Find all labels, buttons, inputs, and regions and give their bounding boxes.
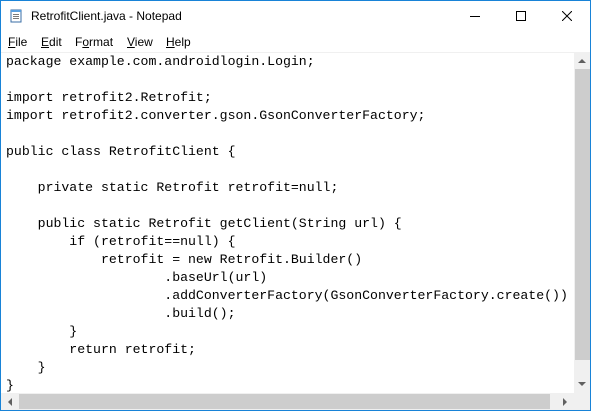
menu-edit[interactable]: Edit <box>41 35 62 50</box>
menu-view[interactable]: View <box>127 35 153 50</box>
scroll-down-icon <box>578 382 586 386</box>
code-line: public class RetrofitClient { <box>6 144 236 159</box>
code-line: if (retrofit==null) { <box>6 234 236 249</box>
horizontal-scroll-thumb[interactable] <box>19 394 550 409</box>
menu-bar: File Edit Format View Help <box>1 32 590 52</box>
close-button[interactable] <box>544 1 590 31</box>
menu-format[interactable]: Format <box>75 35 113 50</box>
code-line: } <box>6 378 14 393</box>
maximize-icon <box>516 11 526 21</box>
code-line: private static Retrofit retrofit=null; <box>6 180 339 195</box>
code-line: .build(); <box>6 306 236 321</box>
menu-view-label: iew <box>134 35 153 49</box>
minimize-icon <box>470 16 480 17</box>
maximize-button[interactable] <box>498 1 544 31</box>
notepad-window: RetrofitClient.java - Notepad File Edit … <box>0 0 591 411</box>
menu-help-label: elp <box>174 35 191 49</box>
menu-view-mnemonic: V <box>127 35 135 49</box>
window-title: RetrofitClient.java - Notepad <box>31 9 182 23</box>
scroll-left-button[interactable] <box>1 393 18 410</box>
menu-help-mnemonic: H <box>166 35 175 49</box>
minimize-button[interactable] <box>452 1 498 31</box>
menu-edit-label: dit <box>49 35 62 49</box>
menu-edit-mnemonic: E <box>41 35 50 49</box>
text-editor[interactable]: package example.com.androidlogin.Login; … <box>1 52 574 394</box>
code-line: public static Retrofit getClient(String … <box>6 216 402 231</box>
scroll-right-icon <box>563 397 567 406</box>
notepad-icon[interactable] <box>9 9 23 23</box>
vertical-scroll-thumb[interactable] <box>575 69 590 360</box>
close-icon <box>562 11 572 21</box>
code-line: retrofit = new Retrofit.Builder() <box>6 252 363 267</box>
scroll-up-button[interactable] <box>574 52 590 69</box>
code-line: package example.com.androidlogin.Login; <box>6 54 315 69</box>
code-line: } <box>6 360 46 375</box>
code-line: return retrofit; <box>6 342 196 357</box>
title-bar[interactable]: RetrofitClient.java - Notepad <box>1 1 590 31</box>
code-line: .addConverterFactory(GsonConverterFactor… <box>6 288 568 303</box>
scroll-up-icon <box>578 59 586 63</box>
code-line: import retrofit2.Retrofit; <box>6 90 212 105</box>
code-line: } <box>6 324 78 339</box>
scroll-down-button[interactable] <box>574 376 590 393</box>
menu-format-label: rmat <box>89 35 114 49</box>
code-line: import retrofit2.converter.gson.GsonConv… <box>6 108 426 123</box>
menu-file[interactable]: File <box>8 35 27 50</box>
scroll-right-button[interactable] <box>557 393 574 410</box>
scroll-left-icon <box>8 397 12 406</box>
menu-file-label: ile <box>15 35 28 49</box>
resize-grip[interactable] <box>574 393 590 410</box>
code-line: .baseUrl(url) <box>6 270 268 285</box>
menu-help[interactable]: Help <box>166 35 191 50</box>
